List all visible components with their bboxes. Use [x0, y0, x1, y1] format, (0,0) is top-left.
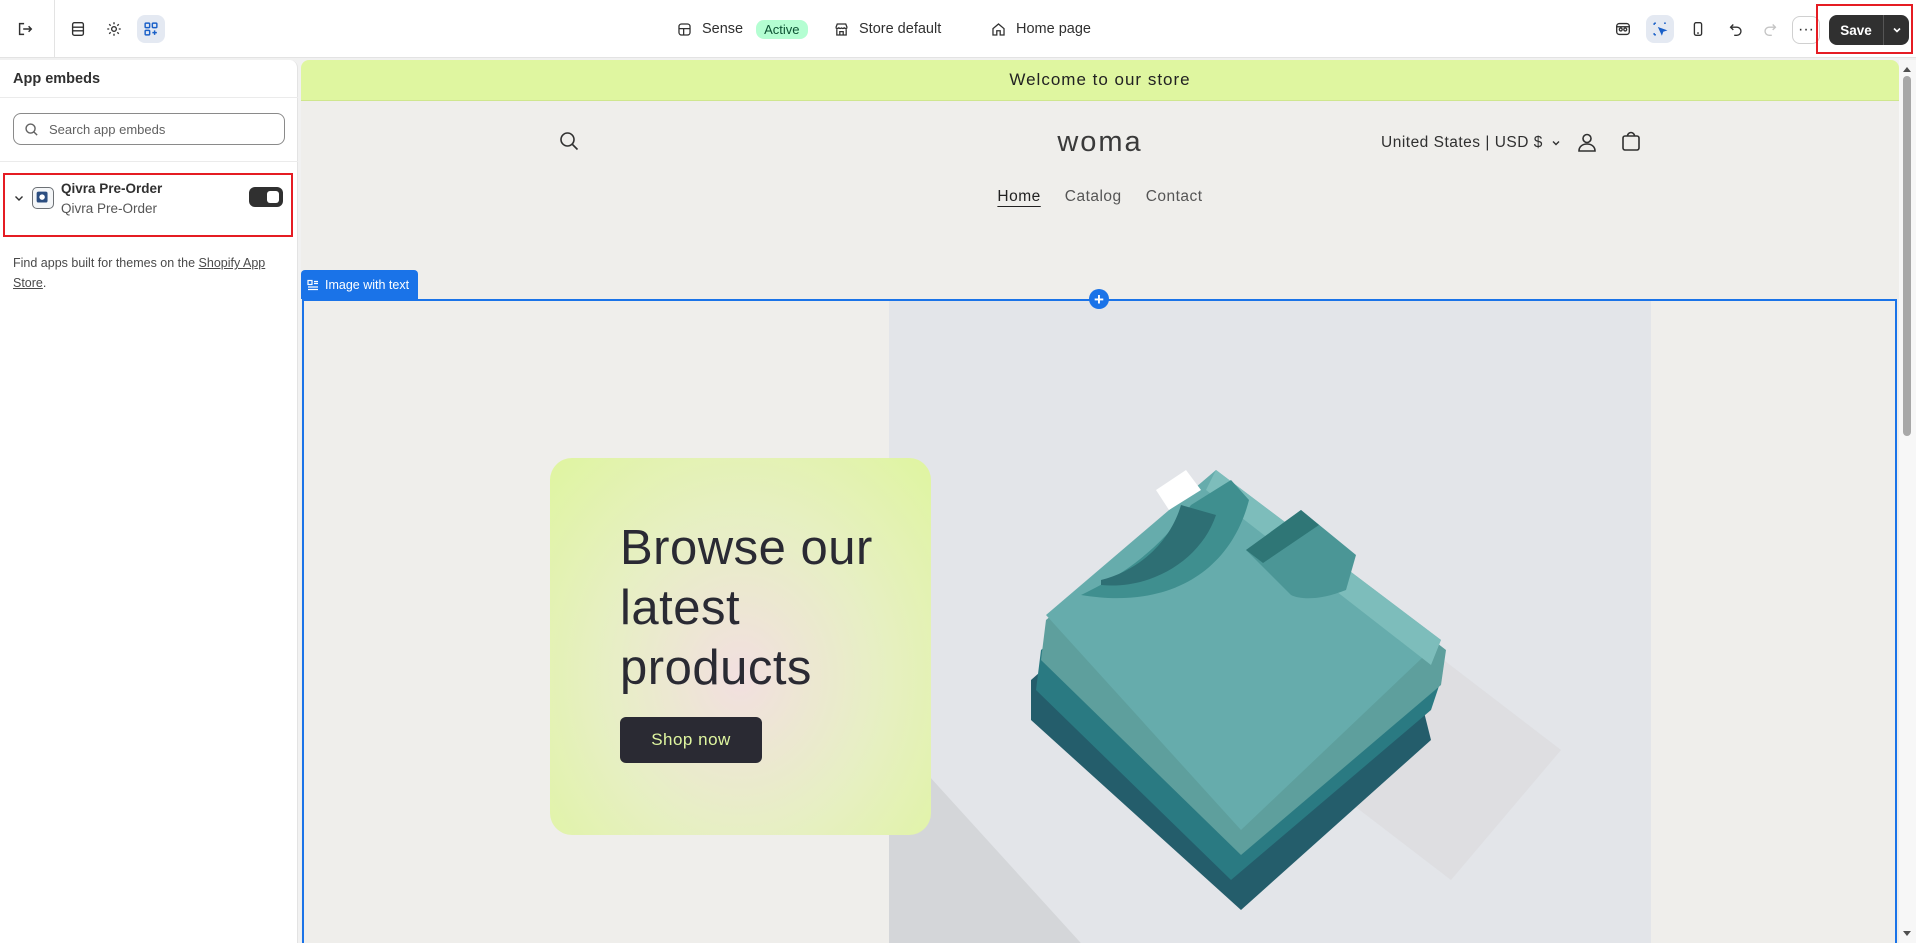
save-button[interactable]: Save: [1829, 15, 1883, 45]
theme-status-badge: Active: [756, 19, 808, 39]
save-options-button[interactable]: [1883, 15, 1909, 45]
page-name: Home page: [1016, 21, 1091, 37]
search-input[interactable]: Search app embeds: [13, 113, 285, 145]
editor-topbar: Sense Active Store default Home page ···…: [0, 0, 1916, 58]
search-placeholder: Search app embeds: [49, 121, 166, 137]
embed-toggle[interactable]: [249, 187, 283, 207]
select-element-icon[interactable]: [1646, 15, 1674, 43]
scroll-down-icon[interactable]: [1902, 930, 1912, 938]
store-logo[interactable]: woma: [301, 126, 1899, 159]
panel-title: App embeds: [13, 71, 101, 87]
scroll-up-icon[interactable]: [1902, 65, 1912, 73]
panel-divider: [0, 97, 298, 98]
country-selector[interactable]: United States | USD $: [1381, 134, 1561, 152]
embed-name: Qivra Pre-Order: [61, 181, 163, 196]
store-icon: [835, 22, 848, 36]
app-embeds-icon[interactable]: [137, 15, 165, 43]
inspector-icon[interactable]: [1609, 15, 1637, 43]
mobile-preview-icon[interactable]: [1684, 15, 1712, 43]
store-selector[interactable]: Store default: [833, 0, 941, 58]
add-section-button[interactable]: +: [1089, 289, 1109, 309]
main-nav: Home Catalog Contact: [301, 188, 1899, 206]
topbar-divider: [54, 0, 55, 58]
nav-item-home[interactable]: Home: [997, 188, 1040, 206]
country-label: United States | USD $: [1381, 134, 1543, 151]
embed-subtitle: Qivra Pre-Order: [61, 201, 158, 216]
chevron-down-icon: [1892, 27, 1901, 33]
app-embed-item[interactable]: Qivra Pre-Order Qivra Pre-Order: [13, 178, 283, 230]
exit-icon[interactable]: [11, 15, 39, 43]
nav-item-catalog[interactable]: Catalog: [1065, 188, 1122, 206]
image-with-text-icon: [307, 279, 318, 290]
search-icon: [25, 122, 38, 136]
section-outline: [302, 299, 1897, 943]
scroll-thumb[interactable]: [1903, 76, 1911, 436]
cart-icon[interactable]: [1620, 130, 1642, 152]
preview-scrollbar[interactable]: [1899, 60, 1916, 943]
sections-icon[interactable]: [64, 15, 92, 43]
home-icon: [992, 22, 1005, 36]
store-name: Store default: [859, 21, 942, 37]
theme-name: Sense: [702, 21, 744, 37]
account-icon[interactable]: [1576, 131, 1598, 153]
announcement-bar: Welcome to our store: [301, 60, 1899, 101]
footer-text: Find apps built for themes on the: [13, 256, 199, 270]
panel-divider: [0, 161, 298, 162]
save-button-group[interactable]: Save: [1829, 15, 1909, 45]
panel-footer: Find apps built for themes on the Shopif…: [13, 253, 283, 293]
chevron-down-icon: [1552, 141, 1560, 146]
undo-icon[interactable]: [1722, 15, 1750, 43]
section-tag-label: Image with text: [325, 277, 410, 292]
nav-item-contact[interactable]: Contact: [1146, 188, 1203, 206]
chevron-down-icon[interactable]: [13, 192, 25, 204]
page-selector[interactable]: Home page: [990, 0, 1091, 58]
toggle-knob: [267, 191, 279, 203]
redo-icon[interactable]: [1756, 15, 1784, 43]
theme-selector[interactable]: Sense Active: [676, 0, 808, 58]
store-preview: Welcome to our store woma United States …: [301, 60, 1899, 943]
footer-end: .: [42, 276, 47, 290]
section-tag[interactable]: Image with text: [301, 270, 419, 299]
theme-icon: [678, 22, 691, 36]
settings-gear-icon[interactable]: [100, 15, 128, 43]
app-icon: [32, 187, 54, 209]
app-embeds-panel: App embeds Search app embeds Qivra Pre-O…: [0, 60, 298, 943]
